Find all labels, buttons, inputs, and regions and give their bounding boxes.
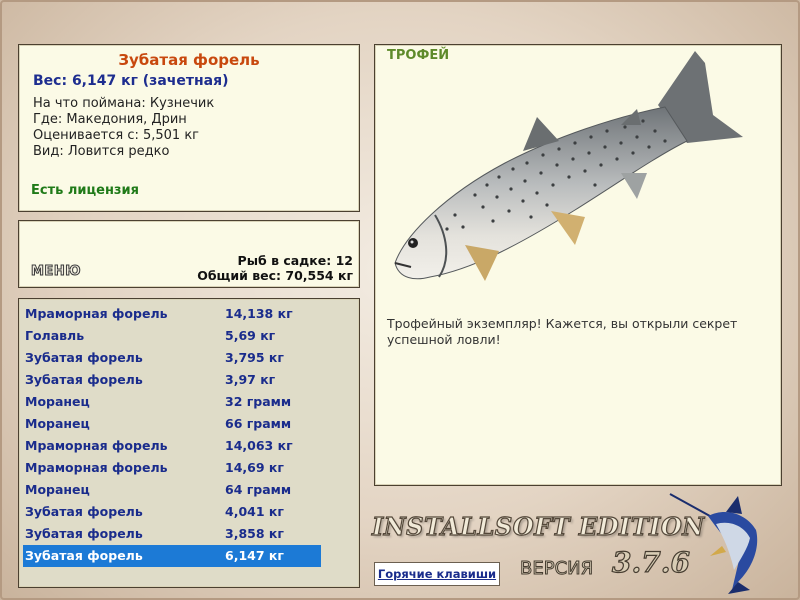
catch-row-weight: 66 грамм [225, 416, 292, 431]
fish-title: Зубатая форель [118, 51, 260, 69]
catch-row-name: Моранец [25, 482, 90, 497]
catch-row-name: Голавль [25, 328, 85, 343]
bait-line: На что поймана: Кузнечик [33, 96, 215, 111]
catch-row-name: Мраморная форель [25, 306, 168, 321]
trout-illustration-icon [394, 51, 743, 281]
valued-from-line: Оценивается с: 5,501 кг [33, 128, 200, 143]
rarity-line: Вид: Ловится редко [33, 144, 170, 159]
catch-row-name: Зубатая форель [25, 350, 143, 365]
catch-row-name: Моранец [25, 416, 90, 431]
catch-row[interactable]: Зубатая форель 3,858 кг [23, 523, 321, 545]
fish-weight: Вес: 6,147 кг (зачетная) [33, 73, 229, 89]
catch-row-weight: 32 грамм [225, 394, 292, 409]
marlin-logo-icon [669, 493, 758, 594]
catch-row[interactable]: Мраморная форель 14,138 кг [23, 303, 321, 325]
catch-row-weight: 4,041 кг [225, 504, 284, 519]
fish-count: Рыб в садке: 12 [237, 253, 353, 268]
catch-row-name: Моранец [25, 394, 90, 409]
catch-row-weight: 14,063 кг [225, 438, 293, 453]
catch-row-name: Зубатая форель [25, 372, 143, 387]
total-weight: Общий вес: 70,554 кг [197, 268, 353, 283]
catch-row-weight: 3,795 кг [225, 350, 284, 365]
location-line: Где: Македония, Дрин [33, 112, 187, 127]
catch-row[interactable]: Зубатая форель 3,795 кг [23, 347, 321, 369]
catch-row-name: Мраморная форель [25, 460, 168, 475]
catch-row[interactable]: Зубатая форель 4,041 кг [23, 501, 321, 523]
keepnet-stats: Рыб в садке: 12 Общий вес: 70,554 кг [197, 253, 353, 283]
trophy-panel: ТРОФЕЙ Трофейный экземпляр! Кажется, вы … [374, 44, 782, 486]
menu-panel: МЕНЮ Рыб в садке: 12 Общий вес: 70,554 к… [18, 220, 360, 288]
catch-row[interactable]: Моранец 32 грамм [23, 391, 321, 413]
version-label: ВЕРСИЯ [519, 558, 594, 580]
catch-row-weight: 5,69 кг [225, 328, 276, 343]
catch-row[interactable]: Голавль 5,69 кг [23, 325, 321, 347]
catch-row[interactable]: Зубатая форель 6,147 кг [23, 545, 321, 567]
catch-row[interactable]: Моранец 64 грамм [23, 479, 321, 501]
menu-button[interactable]: МЕНЮ [31, 264, 81, 280]
catch-row[interactable]: Зубатая форель 3,97 кг [23, 369, 321, 391]
catch-row-weight: 14,138 кг [225, 306, 293, 321]
catch-row-name: Зубатая форель [25, 526, 143, 541]
catch-row-name: Мраморная форель [25, 438, 168, 453]
hotkeys-button[interactable]: Горячие клавиши [374, 562, 500, 586]
catch-row[interactable]: Мраморная форель 14,063 кг [23, 435, 321, 457]
license-status: Есть лицензия [31, 183, 139, 198]
catch-row[interactable]: Мраморная форель 14,69 кг [23, 457, 321, 479]
catch-row-name: Зубатая форель [25, 504, 143, 519]
catch-row-weight: 3,858 кг [225, 526, 284, 541]
fish-info-panel: Зубатая форель Вес: 6,147 кг (зачетная) … [18, 44, 360, 212]
catch-row-weight: 3,97 кг [225, 372, 276, 387]
catch-row[interactable]: Моранец 66 грамм [23, 413, 321, 435]
catch-row-name: Зубатая форель [25, 548, 143, 563]
catch-list[interactable]: Мраморная форель 14,138 кг Голавль 5,69 кг З… [18, 298, 360, 588]
edition-title: INSTALLSOFT EDITION [371, 511, 705, 541]
catch-row-weight: 64 грамм [225, 482, 292, 497]
trophy-description: Трофейный экземпляр! Кажется, вы открыли… [387, 316, 738, 347]
catch-row-weight: 14,69 кг [225, 460, 284, 475]
catch-row-weight: 6,147 кг [225, 548, 284, 563]
